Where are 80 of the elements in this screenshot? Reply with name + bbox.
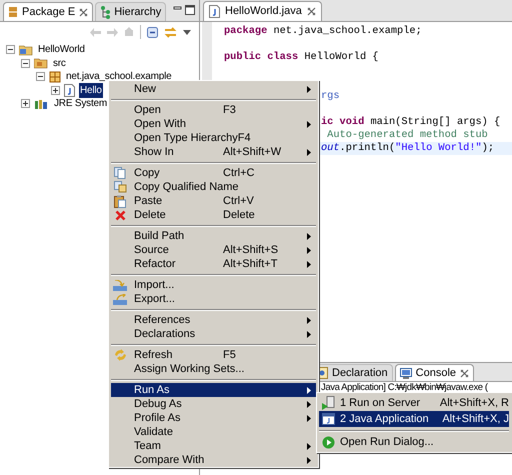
menu-item[interactable]: Paste Ctrl+V — [111, 194, 316, 208]
code-line: Auto-generated method stub — [326, 129, 488, 142]
tree-item[interactable]: Hello — [79, 82, 103, 98]
code-line: out.println("Hello World!"); — [321, 142, 494, 155]
maximize-icon[interactable] — [185, 5, 195, 15]
copy-icon — [114, 167, 126, 179]
hierarchy-icon — [100, 6, 110, 18]
menu-item[interactable]: New — [111, 82, 316, 96]
collapse-icon[interactable] — [21, 58, 30, 68]
java-file-icon — [64, 84, 75, 97]
project-folder-icon — [19, 44, 33, 56]
menu-item[interactable]: Debug As — [111, 397, 316, 411]
delete-icon — [114, 210, 126, 220]
tab-label: HelloWorld.java — [225, 4, 302, 20]
menu-item[interactable]: Declarations — [111, 327, 316, 341]
tree-item[interactable]: net.java_school.example — [65, 69, 172, 84]
menu-item[interactable]: Run As — [111, 383, 316, 397]
view-tab[interactable]: Hierarchy — [95, 2, 166, 21]
close-icon[interactable] — [460, 368, 469, 378]
collapse-icon[interactable] — [6, 45, 15, 54]
code-line: package net.java_school.example; — [224, 25, 422, 38]
view-tab[interactable]: Package E — [3, 2, 94, 21]
tab-label: Console — [416, 366, 456, 381]
copy-name-icon — [114, 181, 126, 193]
package-view-icon — [8, 6, 18, 18]
menu-item[interactable]: Team — [111, 439, 316, 453]
expand-icon[interactable] — [21, 99, 30, 108]
code-line: ic void main(String[] args) { — [321, 116, 500, 129]
run-icon — [322, 436, 334, 448]
submenu-arrow-icon — [307, 120, 311, 128]
menu-item[interactable]: Open Run Dialog... — [319, 434, 509, 450]
library-icon — [34, 98, 49, 110]
menu-item[interactable]: Import... — [111, 278, 316, 292]
menu-item[interactable]: Validate — [111, 425, 316, 439]
menu-item[interactable]: Copy Ctrl+C — [111, 166, 316, 180]
menu-item[interactable]: Refresh F5 — [111, 348, 316, 362]
submenu-arrow-icon — [307, 86, 311, 92]
tab-label: Hierarchy — [114, 4, 162, 20]
console-icon — [400, 368, 412, 378]
collapse-all-icon[interactable] — [147, 26, 158, 38]
close-icon[interactable] — [306, 7, 316, 16]
import-icon — [113, 280, 127, 290]
view-menu-icon[interactable] — [183, 30, 191, 34]
menu-item[interactable]: References — [111, 313, 316, 327]
menu-item[interactable]: 2 Java Application Alt+Shift+X, J — [319, 411, 509, 427]
tree-item[interactable]: JRE System — [53, 96, 108, 112]
java-application-icon — [322, 413, 334, 425]
menu-item[interactable]: Export... — [111, 292, 316, 306]
code-line: public class HelloWorld { — [224, 51, 378, 64]
code-line: rgs — [321, 90, 340, 103]
expand-icon[interactable] — [51, 86, 60, 95]
tree-item[interactable]: HelloWorld — [37, 42, 86, 58]
tab-label: Package E — [22, 4, 76, 20]
menu-item[interactable]: Open Type HierarchyF4 — [111, 131, 316, 145]
server-run-icon — [322, 396, 334, 410]
menu-item[interactable]: Build Path — [111, 229, 316, 243]
export-icon — [113, 294, 127, 304]
paste-icon — [114, 194, 126, 208]
source-folder-icon — [34, 57, 48, 70]
menu-item[interactable]: Open F3 — [111, 103, 316, 117]
menu-item[interactable]: Open With — [111, 117, 316, 131]
close-icon[interactable] — [79, 8, 88, 16]
editor-tab[interactable]: HelloWorld.java — [203, 1, 322, 21]
tab-label: Declaration — [332, 366, 388, 381]
refresh-icon — [114, 349, 126, 361]
java-file-icon — [209, 5, 220, 18]
collapse-icon[interactable] — [36, 72, 45, 82]
menu-item[interactable]: Show In Alt+Shift+W — [111, 145, 316, 159]
submenu-arrow-icon — [307, 148, 311, 156]
menu-item[interactable]: Compare With — [111, 453, 316, 467]
package-icon — [49, 70, 61, 83]
menu-item[interactable]: Copy Qualified Name — [111, 180, 316, 194]
view-tab[interactable]: Console — [394, 364, 474, 381]
menu-item[interactable]: Delete Delete — [111, 208, 316, 222]
console-header: Java Application] C:₩jdk₩bin₩javaw.exe ( — [321, 382, 488, 393]
menu-item[interactable]: Refactor Alt+Shift+T — [111, 257, 316, 271]
menu-item[interactable]: Profile As — [111, 411, 316, 425]
menu-item[interactable]: 1 Run on Server Alt+Shift+X, R — [319, 395, 509, 411]
tree-item[interactable]: src — [52, 56, 67, 71]
menu-item[interactable]: Source Alt+Shift+S — [111, 243, 316, 257]
